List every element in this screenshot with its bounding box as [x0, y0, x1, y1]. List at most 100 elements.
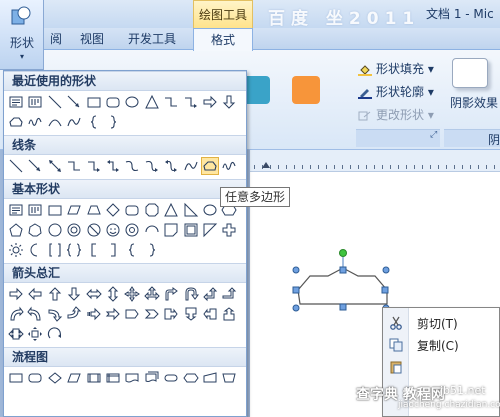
- vtext-box-icon[interactable]: [27, 94, 43, 110]
- decagon-icon[interactable]: [47, 222, 63, 238]
- oval-icon[interactable]: [202, 202, 218, 218]
- terminator-icon[interactable]: [163, 370, 179, 386]
- elbow-icon[interactable]: [66, 158, 82, 174]
- frame-icon[interactable]: [183, 222, 199, 238]
- menu-item-paste[interactable]: [383, 356, 499, 378]
- down-arrow-icon[interactable]: [221, 94, 237, 110]
- vtext-box-icon[interactable]: [27, 202, 43, 218]
- bent-arrow-icon[interactable]: [163, 286, 179, 302]
- process-icon[interactable]: [8, 370, 24, 386]
- shape-fill-button[interactable]: 形状填充 ▾: [358, 60, 434, 77]
- u-turn-icon[interactable]: [183, 286, 199, 302]
- lru-arrow-icon[interactable]: [144, 286, 160, 302]
- octagon-icon[interactable]: [144, 202, 160, 218]
- brace-right-icon[interactable]: [105, 114, 121, 130]
- heptagon-icon[interactable]: [27, 222, 43, 238]
- document-icon[interactable]: [124, 370, 140, 386]
- preparation-icon[interactable]: [182, 370, 199, 386]
- curve-up-icon[interactable]: [47, 306, 63, 322]
- elbow-icon[interactable]: [163, 94, 179, 110]
- up-callout-icon[interactable]: [221, 306, 237, 322]
- scribble-icon[interactable]: [27, 114, 43, 130]
- shadow-effects-button[interactable]: 阴影效果: [446, 54, 500, 126]
- resize-handle[interactable]: [339, 303, 347, 311]
- bracket-l-icon[interactable]: [86, 242, 102, 258]
- up-arrow-icon[interactable]: [47, 286, 63, 302]
- rotation-handle[interactable]: [339, 249, 347, 257]
- striped-icon[interactable]: [86, 306, 102, 322]
- down-arrow-icon[interactable]: [66, 286, 82, 302]
- right-triangle-icon[interactable]: [183, 202, 199, 218]
- curve-icon[interactable]: [183, 158, 199, 174]
- no-symbol-icon[interactable]: [86, 222, 102, 238]
- brace-r-icon[interactable]: [144, 242, 160, 258]
- curve-conn-icon[interactable]: [124, 158, 140, 174]
- curve-left-icon[interactable]: [27, 306, 43, 322]
- oval-icon[interactable]: [124, 94, 140, 110]
- tab-review[interactable]: 阅: [50, 30, 62, 47]
- alt-process-icon[interactable]: [27, 370, 43, 386]
- curve-down-icon[interactable]: [66, 306, 82, 322]
- quad-callout-icon[interactable]: [27, 326, 43, 342]
- decision-icon[interactable]: [47, 370, 63, 386]
- curve-icon[interactable]: [66, 114, 82, 130]
- tab-developer[interactable]: 开发工具: [128, 30, 176, 47]
- pentagon-arr-icon[interactable]: [124, 306, 140, 322]
- right-callout-icon[interactable]: [163, 306, 179, 322]
- right-arrow-icon[interactable]: [8, 286, 24, 302]
- block-arc-icon[interactable]: [144, 222, 160, 238]
- curve-double-icon[interactable]: [163, 158, 179, 174]
- manual-input-icon[interactable]: [202, 370, 218, 386]
- change-shape-button[interactable]: 更改形状 ▾: [358, 106, 434, 123]
- arrow-line-icon[interactable]: [27, 158, 43, 174]
- circle-ring-icon[interactable]: [66, 222, 82, 238]
- rect-icon[interactable]: [47, 202, 63, 218]
- rounded-rect-icon[interactable]: [124, 202, 140, 218]
- freeform-shape[interactable]: [290, 248, 390, 318]
- manual-op-icon[interactable]: [221, 370, 237, 386]
- cross-icon[interactable]: [221, 222, 237, 238]
- bracket-pair-icon[interactable]: [47, 242, 63, 258]
- data-icon[interactable]: [66, 370, 82, 386]
- brace-l-icon[interactable]: [124, 242, 140, 258]
- curve-arrow-icon[interactable]: [144, 158, 160, 174]
- shape-outline-button[interactable]: 形状轮廓 ▾: [358, 83, 434, 100]
- resize-handle[interactable]: [292, 286, 300, 294]
- predefined-icon[interactable]: [86, 370, 102, 386]
- shape-button[interactable]: 形状 ▾: [0, 0, 44, 70]
- circular-icon[interactable]: [47, 326, 63, 342]
- resize-handle[interactable]: [339, 266, 347, 274]
- brace-left-icon[interactable]: [86, 114, 102, 130]
- brace-pair-icon[interactable]: [66, 242, 82, 258]
- multidoc-icon[interactable]: [144, 370, 160, 386]
- resize-handle[interactable]: [382, 266, 390, 274]
- ud-arrow-icon[interactable]: [105, 286, 121, 302]
- tab-format[interactable]: 格式: [193, 28, 253, 51]
- indent-marker-icon[interactable]: [262, 162, 270, 168]
- resize-handle[interactable]: [381, 286, 389, 294]
- diamond-icon[interactable]: [105, 202, 121, 218]
- left-arrow-icon[interactable]: [27, 286, 43, 302]
- bent-up-icon[interactable]: [221, 286, 237, 302]
- line-icon[interactable]: [8, 158, 24, 174]
- sun-icon[interactable]: [8, 242, 24, 258]
- lr-callout-icon[interactable]: [8, 326, 24, 342]
- internal-icon[interactable]: [105, 370, 121, 386]
- resize-handle[interactable]: [292, 304, 300, 312]
- left-up-icon[interactable]: [202, 286, 218, 302]
- triangle-icon[interactable]: [144, 94, 160, 110]
- scribble-icon[interactable]: [221, 158, 237, 174]
- menu-item-cut[interactable]: 剪切(T): [383, 312, 499, 334]
- lr-arrow-icon[interactable]: [85, 286, 102, 302]
- tab-view[interactable]: 视图: [80, 30, 104, 47]
- down-callout-icon[interactable]: [183, 306, 199, 322]
- chevron-icon[interactable]: [144, 306, 160, 322]
- line-icon[interactable]: [47, 94, 63, 110]
- menu-item-copy[interactable]: 复制(C): [383, 334, 499, 356]
- moon-icon[interactable]: [27, 242, 43, 258]
- shape-style-swatch[interactable]: [292, 76, 320, 104]
- elbow-arrow-icon[interactable]: [86, 158, 102, 174]
- half-frame-icon[interactable]: [202, 222, 218, 238]
- arc-icon[interactable]: [47, 114, 63, 130]
- shapes-gallery[interactable]: 最近使用的形状 线条 基本形状 箭头总汇 流程图: [3, 70, 247, 417]
